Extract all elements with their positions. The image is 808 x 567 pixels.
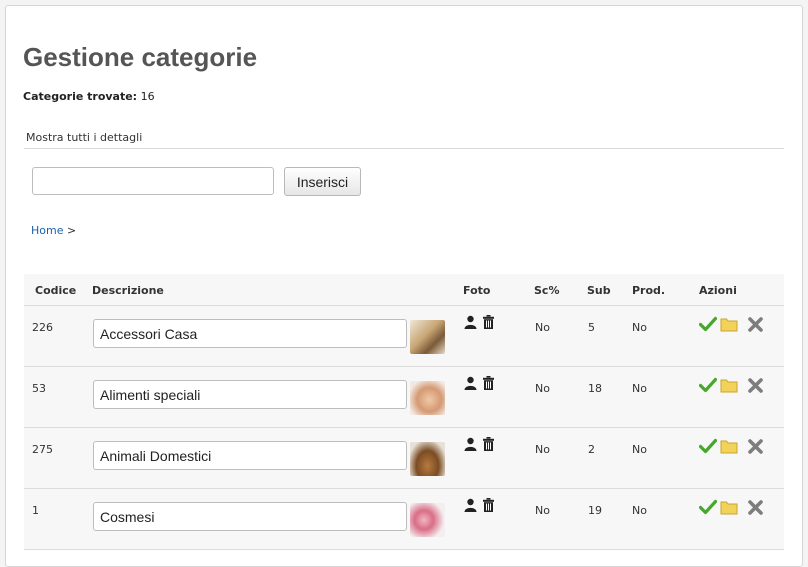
check-icon[interactable] xyxy=(699,316,717,332)
close-x-icon[interactable] xyxy=(747,438,764,455)
row-code: 226 xyxy=(32,321,53,334)
categories-found-count: 16 xyxy=(140,90,155,103)
breadcrumb-separator: > xyxy=(66,224,77,237)
column-header-sconto[interactable]: Sc% xyxy=(534,284,559,297)
row-discount: No xyxy=(535,321,550,334)
table-row: 1 No 19 No xyxy=(24,489,784,550)
close-x-icon[interactable] xyxy=(747,377,764,394)
check-icon[interactable] xyxy=(699,499,717,515)
row-description-input[interactable] xyxy=(93,441,407,470)
close-x-icon[interactable] xyxy=(747,499,764,516)
column-header-azioni: Azioni xyxy=(699,284,737,297)
row-code: 275 xyxy=(32,443,53,456)
folder-icon[interactable] xyxy=(720,438,738,454)
close-x-icon[interactable] xyxy=(747,316,764,333)
column-header-descrizione[interactable]: Descrizione xyxy=(92,284,164,297)
column-header-sub[interactable]: Sub xyxy=(587,284,611,297)
row-photo-thumbnail[interactable] xyxy=(410,442,445,476)
table-row: 226 No 5 No xyxy=(24,306,784,367)
content-panel: Gestione categorie Categorie trovate: 16… xyxy=(5,5,803,567)
person-icon[interactable] xyxy=(464,437,477,451)
row-code: 53 xyxy=(32,382,46,395)
folder-icon[interactable] xyxy=(720,499,738,515)
column-header-prod[interactable]: Prod. xyxy=(632,284,665,297)
check-icon[interactable] xyxy=(699,377,717,393)
row-discount: No xyxy=(535,382,550,395)
divider xyxy=(24,148,784,149)
row-photo-thumbnail[interactable] xyxy=(410,503,445,537)
row-sub: 2 xyxy=(588,443,595,456)
new-category-input[interactable] xyxy=(32,167,274,195)
row-products: No xyxy=(632,321,647,334)
check-icon[interactable] xyxy=(699,438,717,454)
row-description-input[interactable] xyxy=(93,502,407,531)
categories-table: Codice Descrizione Foto Sc% Sub Prod. Az… xyxy=(24,274,784,550)
folder-icon[interactable] xyxy=(720,377,738,393)
row-photo-thumbnail[interactable] xyxy=(410,381,445,415)
person-icon[interactable] xyxy=(464,376,477,390)
row-photo-thumbnail[interactable] xyxy=(410,320,445,354)
insert-button[interactable]: Inserisci xyxy=(284,167,361,196)
column-header-codice[interactable]: Codice xyxy=(35,284,76,297)
row-sub: 5 xyxy=(588,321,595,334)
table-row: 53 No 18 No xyxy=(24,367,784,428)
row-code: 1 xyxy=(32,504,39,517)
show-all-details-link[interactable]: Mostra tutti i dettagli xyxy=(26,131,142,144)
trash-icon[interactable] xyxy=(483,498,494,512)
folder-icon[interactable] xyxy=(720,316,738,332)
column-header-foto: Foto xyxy=(463,284,491,297)
categories-found: Categorie trovate: 16 xyxy=(23,90,155,103)
trash-icon[interactable] xyxy=(483,437,494,451)
categories-found-label: Categorie trovate: xyxy=(23,90,138,103)
row-products: No xyxy=(632,443,647,456)
row-sub: 18 xyxy=(588,382,602,395)
row-products: No xyxy=(632,504,647,517)
table-row: 275 No 2 No xyxy=(24,428,784,489)
trash-icon[interactable] xyxy=(483,376,494,390)
row-products: No xyxy=(632,382,647,395)
breadcrumb: Home > xyxy=(31,224,76,237)
row-description-input[interactable] xyxy=(93,319,407,348)
row-sub: 19 xyxy=(588,504,602,517)
breadcrumb-home-link[interactable]: Home xyxy=(31,224,63,237)
row-description-input[interactable] xyxy=(93,380,407,409)
page-title: Gestione categorie xyxy=(23,42,258,72)
person-icon[interactable] xyxy=(464,498,477,512)
trash-icon[interactable] xyxy=(483,315,494,329)
person-icon[interactable] xyxy=(464,315,477,329)
row-discount: No xyxy=(535,504,550,517)
table-header: Codice Descrizione Foto Sc% Sub Prod. Az… xyxy=(24,274,784,306)
row-discount: No xyxy=(535,443,550,456)
